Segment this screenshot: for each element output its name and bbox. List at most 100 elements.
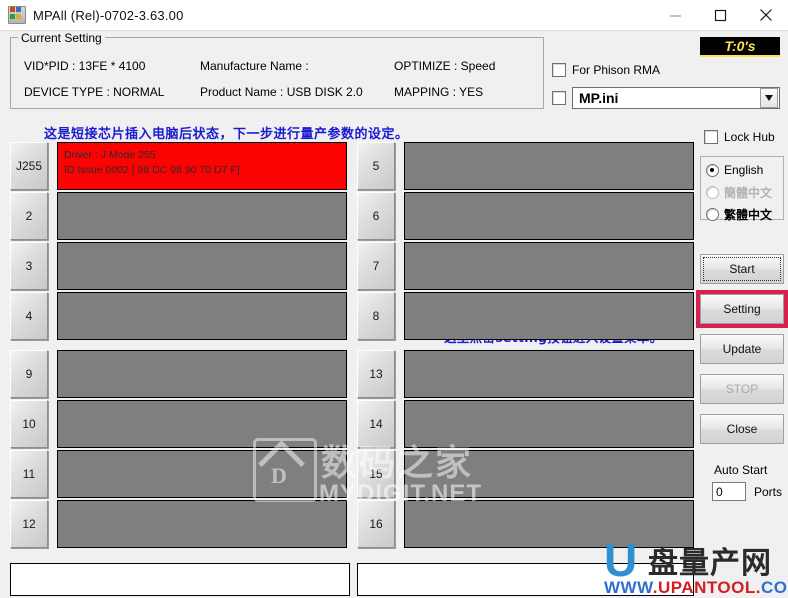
watermark-url-www: WWW [604,578,653,597]
port-status-text: Driver : J Mode 255 ID Issue 0002 [ 98 D… [64,148,240,178]
update-button[interactable]: Update [700,334,784,364]
language-radio-group: English 簡體中文 繁體中文 [700,156,784,220]
port-number-button[interactable]: 5 [357,142,395,190]
port-number-button[interactable]: 11 [10,450,48,498]
device-type-value: DEVICE TYPE : NORMAL [24,85,164,99]
watermark-upantool-url: WWW.UPANTOOL.COM [604,578,788,598]
port-number-button[interactable]: 2 [10,192,48,240]
port-status-cell[interactable] [57,292,347,340]
radio-english-icon[interactable] [706,164,719,177]
manufacture-name-value: Manufacture Name : [200,59,309,73]
port-number-button[interactable]: 3 [10,242,48,290]
start-button[interactable]: Start [700,254,784,284]
auto-start-label: Auto Start [714,463,767,477]
close-app-button-label: Close [727,422,758,436]
port-number-button[interactable]: J255 [10,142,48,190]
lock-hub-checkbox[interactable] [704,130,718,144]
port-number-button[interactable]: 10 [10,400,48,448]
minimize-button[interactable] [653,0,698,30]
port-number-button[interactable]: 16 [357,500,395,548]
port-row: 7 [357,242,694,292]
window-title-bar: MPAll (Rel)-0702-3.63.00 [0,0,788,31]
update-button-label: Update [723,342,762,356]
annotation-top-text: 这是短接芯片插入电脑后状态，下一步进行量产参数的设定。 [44,123,409,142]
port-row: 3 [10,242,347,292]
port-row: 12 [10,500,347,550]
port-status-cell[interactable] [57,350,347,398]
port-row: 6 [357,192,694,242]
port-number-button[interactable]: 13 [357,350,395,398]
port-number-button[interactable]: 15 [357,450,395,498]
port-row: 15 [357,450,694,500]
maximize-button[interactable] [698,0,743,30]
port-grid: J255 Driver : J Mode 255 ID Issue 0002 [ … [10,142,694,555]
vid-pid-value: VID*PID : 13FE * 4100 [24,59,145,73]
port-grid-right-column: 5678 13141516 [357,142,694,555]
lock-hub-row[interactable]: Lock Hub [704,130,775,144]
port-number-button[interactable]: 8 [357,292,395,340]
port-status-cell[interactable] [57,500,347,548]
port-number-button[interactable]: 4 [10,292,48,340]
focus-outline [703,257,781,281]
port-status-cell[interactable] [404,450,694,498]
port-number-button[interactable]: 6 [357,192,395,240]
port-status-cell[interactable] [57,400,347,448]
ini-file-row[interactable]: MP.ini [552,87,780,109]
stop-button: STOP [700,374,784,404]
setting-highlight-box [696,290,788,328]
watermark-upantool-cn: 盘量产网 [648,538,772,582]
window-title: MPAll (Rel)-0702-3.63.00 [33,8,184,23]
watermark-url-name: UPANTOOL [658,578,756,597]
port-row: 4 [10,292,347,342]
side-control-panel: Lock Hub English 簡體中文 繁體中文 Start Setting… [700,118,784,555]
current-setting-legend: Current Setting [18,31,105,45]
port-status-cell[interactable] [404,142,694,190]
ini-file-combobox[interactable]: MP.ini [572,87,780,109]
stop-button-label: STOP [726,382,758,396]
language-label-simplified-chinese: 簡體中文 [724,184,772,201]
port-row: 13 [357,350,694,400]
watermark-upantool: U 盘量产网 WWW.UPANTOOL.COM [600,538,788,596]
language-option-english[interactable]: English [706,161,783,179]
chevron-down-icon[interactable] [760,88,778,108]
log-box-left[interactable] [10,563,350,596]
port-row: 11 [10,450,347,500]
port-number-button[interactable]: 12 [10,500,48,548]
port-status-cell[interactable] [404,242,694,290]
close-app-button[interactable]: Close [700,414,784,444]
close-button[interactable] [743,0,788,30]
port-status-cell[interactable] [57,450,347,498]
ini-file-checkbox[interactable] [552,91,566,105]
port-status-cell[interactable] [404,292,694,340]
port-status-cell[interactable]: Driver : J Mode 255 ID Issue 0002 [ 98 D… [57,142,347,190]
auto-start-row: 0 Ports [712,482,782,501]
port-status-cell[interactable] [404,350,694,398]
for-phison-rma-checkbox[interactable] [552,63,566,77]
port-row: 14 [357,400,694,450]
language-option-traditional-chinese[interactable]: 繁體中文 [706,205,783,223]
port-grid-left-column: J255 Driver : J Mode 255 ID Issue 0002 [ … [10,142,347,555]
product-name-value: Product Name : USB DISK 2.0 [200,85,363,99]
port-row: 10 [10,400,347,450]
port-number-button[interactable]: 9 [10,350,48,398]
port-status-cell[interactable] [404,400,694,448]
port-number-button[interactable]: 14 [357,400,395,448]
port-row: J255 Driver : J Mode 255 ID Issue 0002 [ … [10,142,347,192]
language-option-simplified-chinese: 簡體中文 [706,183,783,201]
mapping-value: MAPPING : YES [394,85,483,99]
language-label-traditional-chinese: 繁體中文 [724,206,772,223]
port-status-cell[interactable] [57,192,347,240]
auto-start-ports-input[interactable]: 0 [712,482,746,501]
port-status-cell[interactable] [404,192,694,240]
lock-hub-label: Lock Hub [724,130,775,144]
for-phison-rma-row[interactable]: For Phison RMA [552,63,660,77]
optimize-value: OPTIMIZE : Speed [394,59,495,73]
port-row: 5 [357,142,694,192]
port-number-button[interactable]: 7 [357,242,395,290]
port-status-cell[interactable] [57,242,347,290]
port-row: 9 [10,350,347,400]
watermark-u-logo-icon: U [604,538,637,582]
app-blocks-icon [8,6,26,24]
radio-traditional-chinese-icon[interactable] [706,208,719,221]
ini-file-value: MP.ini [579,90,760,106]
